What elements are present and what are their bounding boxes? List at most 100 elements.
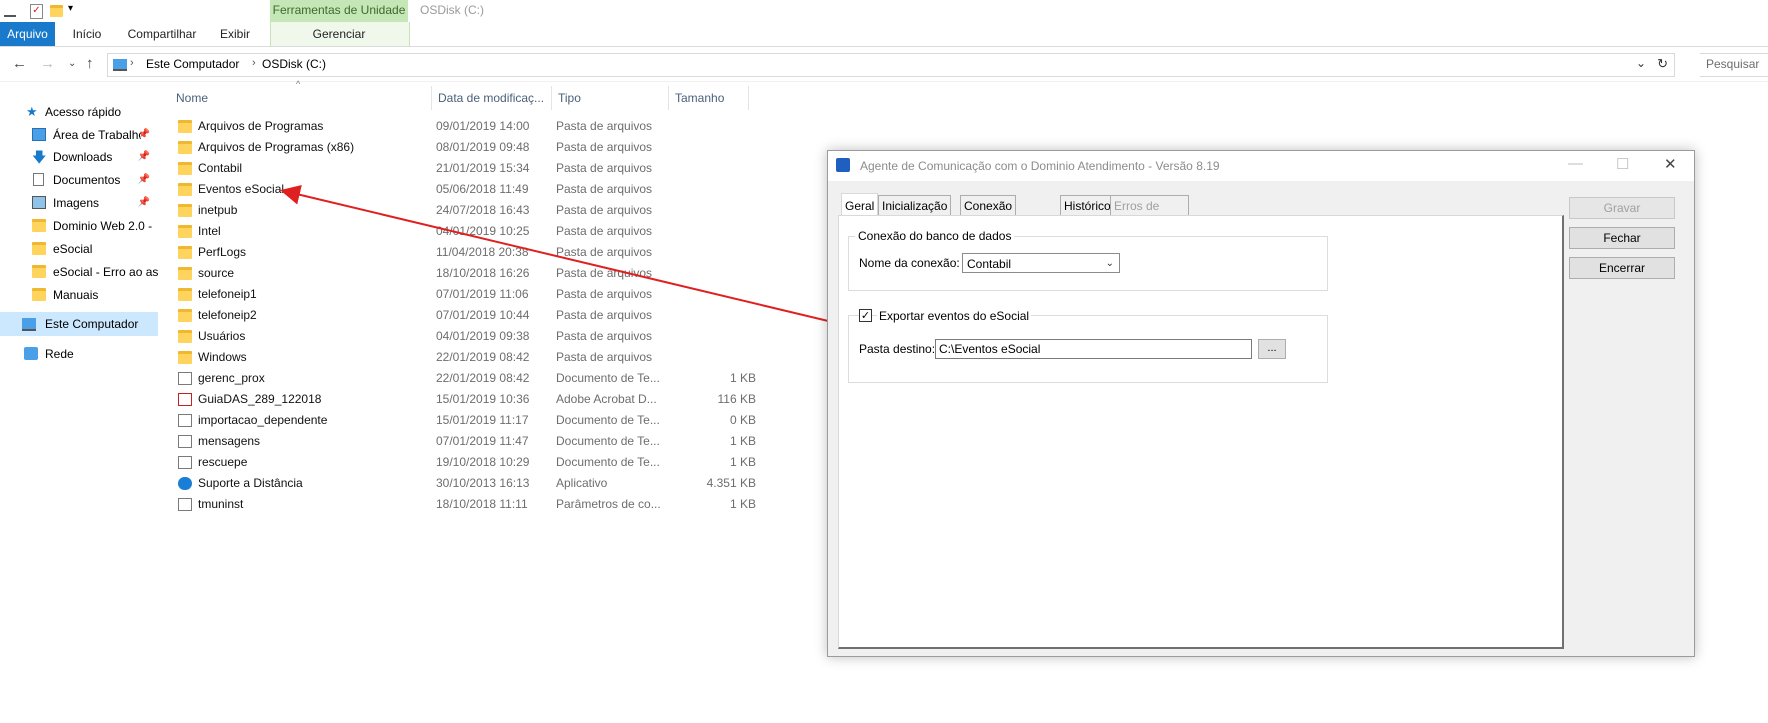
text-file-icon [178, 372, 192, 385]
tab-conexao-internet[interactable]: Conexão internet [960, 195, 1017, 233]
nav-item-acesso-rapido[interactable]: ★ Acesso rápido [0, 101, 158, 123]
qat-dropdown-icon[interactable]: ▾ [68, 3, 73, 14]
nav-item-manuais[interactable]: Manuais [0, 284, 158, 306]
dest-label: Pasta destino: [859, 342, 936, 356]
tab-geral[interactable]: Geral [841, 193, 879, 217]
tab-inicio[interactable]: Início [62, 22, 112, 46]
file-type: Pasta de arquivos [556, 119, 653, 133]
tab-historico[interactable]: Histórico [1060, 195, 1115, 216]
column-header-tamanho[interactable]: Tamanho [669, 86, 749, 110]
file-date: 07/01/2019 10:44 [436, 308, 530, 322]
pin-icon[interactable]: 📌 [138, 124, 150, 146]
folder-icon [32, 265, 46, 278]
dest-folder-input[interactable] [935, 339, 1252, 359]
file-row[interactable]: Arquivos de Programas (x86) 08/01/2019 09… [178, 137, 758, 158]
recent-dropdown-icon[interactable]: ⌄ [68, 58, 76, 69]
file-row[interactable]: inetpub 24/07/2018 16:43 Pasta de arquivos [178, 200, 758, 221]
nav-label: eSocial - Erro ao ass [53, 265, 158, 279]
file-row[interactable]: Eventos eSocial 05/06/2018 11:49 Pasta de … [178, 179, 758, 200]
save-button[interactable]: Gravar [1569, 197, 1675, 219]
nav-item-esocial-erro[interactable]: eSocial - Erro ao ass [0, 261, 158, 283]
address-input[interactable]: › Este Computador › OSDisk (C:) ⌄ ↻ [107, 53, 1675, 77]
column-header-tipo[interactable]: Tipo [552, 86, 669, 110]
groupbox-db-title: Conexão do banco de dados [858, 229, 1012, 243]
breadcrumb-separator-icon: › [130, 57, 134, 69]
refresh-icon[interactable]: ↻ [1657, 56, 1668, 72]
file-row[interactable]: telefoneip2 07/01/2019 10:44 Pasta de arqu… [178, 305, 758, 326]
nav-item-rede[interactable]: Rede [0, 343, 158, 365]
file-type: Pasta de arquivos [556, 245, 653, 259]
column-header-data[interactable]: Data de modificaç... [432, 86, 552, 110]
file-row[interactable]: Arquivos de Programas 09/01/2019 14:00 Pas… [178, 116, 758, 137]
nav-item-area-de-trabalho[interactable]: Área de Trabalho 📌 [0, 124, 158, 146]
tab-arquivo[interactable]: Arquivo [0, 22, 55, 46]
maximize-icon[interactable]: ☐ [1616, 155, 1629, 173]
file-row[interactable]: Suporte a Distância 30/10/2013 16:13 Aplic… [178, 473, 758, 494]
tab-compartilhar[interactable]: Compartilhar [120, 22, 204, 46]
export-checkbox[interactable]: ✓ [859, 309, 872, 322]
file-date: 18/10/2018 11:11 [436, 497, 528, 511]
file-date: 22/01/2019 08:42 [436, 350, 530, 364]
search-input[interactable]: Pesquisar [1700, 53, 1768, 77]
tab-erros-comunicacao[interactable]: Erros de comunicação [1110, 195, 1189, 233]
browse-button[interactable]: ... [1258, 339, 1286, 359]
file-name: Contabil [198, 161, 243, 175]
file-size: 0 KB [729, 413, 756, 427]
nav-item-documentos[interactable]: Documentos 📌 [0, 169, 158, 191]
file-row[interactable]: mensagens 07/01/2019 11:47 Documento de Te… [178, 431, 758, 452]
properties-icon[interactable]: ✓ [30, 4, 43, 19]
exit-button[interactable]: Encerrar [1569, 257, 1675, 279]
tab-exibir[interactable]: Exibir [210, 22, 260, 46]
address-dropdown-icon[interactable]: ⌄ [1636, 56, 1646, 70]
file-row[interactable]: gerenc_prox 22/01/2019 08:42 Documento de … [178, 368, 758, 389]
file-row[interactable]: Usuários 04/01/2019 09:38 Pasta de arquivo… [178, 326, 758, 347]
nav-item-downloads[interactable]: 🡇 Downloads 📌 [0, 146, 158, 168]
nav-item-este-computador[interactable]: Este Computador [0, 312, 158, 336]
file-name: Windows [198, 350, 247, 364]
pin-icon[interactable]: 📌 [138, 192, 150, 214]
file-row[interactable]: importacao_dependente 15/01/2019 11:17 Doc… [178, 410, 758, 431]
column-header-nome[interactable]: Nome [170, 86, 432, 110]
file-size: 116 KB [717, 392, 756, 406]
pin-icon[interactable]: 📌 [138, 169, 150, 191]
folder-icon [178, 162, 192, 175]
forward-icon[interactable]: → [40, 55, 55, 72]
breadcrumb-computer[interactable]: Este Computador [146, 57, 239, 71]
file-name: mensagens [198, 434, 261, 448]
text-file-icon [178, 414, 192, 427]
file-type: Pasta de arquivos [556, 287, 653, 301]
file-row[interactable]: telefoneip1 07/01/2019 11:06 Pasta de arqu… [178, 284, 758, 305]
breadcrumb-osdisk[interactable]: OSDisk (C:) [262, 57, 326, 71]
close-icon[interactable]: ✕ [1664, 155, 1677, 173]
tab-inicializacao[interactable]: Inicialização [878, 195, 952, 216]
file-row[interactable]: GuiaDAS_289_122018 15/01/2019 10:36 Adobe … [178, 389, 758, 410]
folder-icon [32, 288, 46, 301]
file-name: Arquivos de Programas (x86) [198, 140, 355, 154]
pin-icon[interactable]: 📌 [138, 146, 150, 168]
file-row[interactable]: rescuepe 19/10/2018 10:29 Documento de Te.… [178, 452, 758, 473]
nav-label: Downloads [53, 150, 113, 164]
folder-icon [178, 183, 192, 196]
nav-item-dominio-web[interactable]: Dominio Web 2.0 - [0, 215, 158, 237]
file-row[interactable]: tmuninst 18/10/2018 11:11 Parâmetros de co… [178, 494, 758, 515]
quick-access-drive-icon[interactable] [4, 5, 16, 17]
file-row[interactable]: PerfLogs 11/04/2018 20:38 Pasta de arquivo… [178, 242, 758, 263]
breadcrumb-separator-icon: › [252, 57, 256, 69]
file-date: 15/01/2019 10:36 [436, 392, 530, 406]
nav-item-esocial[interactable]: eSocial [0, 238, 158, 260]
nav-item-imagens[interactable]: Imagens 📌 [0, 192, 158, 214]
folder-icon [178, 351, 192, 364]
close-button[interactable]: Fechar [1569, 227, 1675, 249]
tab-gerenciar[interactable]: Gerenciar [270, 22, 408, 46]
minimize-icon[interactable]: — [1568, 155, 1583, 172]
up-icon[interactable]: ↑ [86, 55, 94, 72]
back-icon[interactable]: ← [12, 55, 27, 72]
file-name: Intel [198, 224, 221, 238]
nav-label: Este Computador [45, 317, 139, 331]
file-row[interactable]: Contabil 21/01/2019 15:34 Pasta de arquivo… [178, 158, 758, 179]
conn-select[interactable]: Contabil ⌄ [962, 253, 1120, 273]
new-folder-icon[interactable] [50, 5, 63, 17]
file-row[interactable]: Windows 22/01/2019 08:42 Pasta de arquivos [178, 347, 758, 368]
file-row[interactable]: Intel 04/01/2019 10:25 Pasta de arquivos [178, 221, 758, 242]
file-row[interactable]: source 18/10/2018 16:26 Pasta de arquivos [178, 263, 758, 284]
